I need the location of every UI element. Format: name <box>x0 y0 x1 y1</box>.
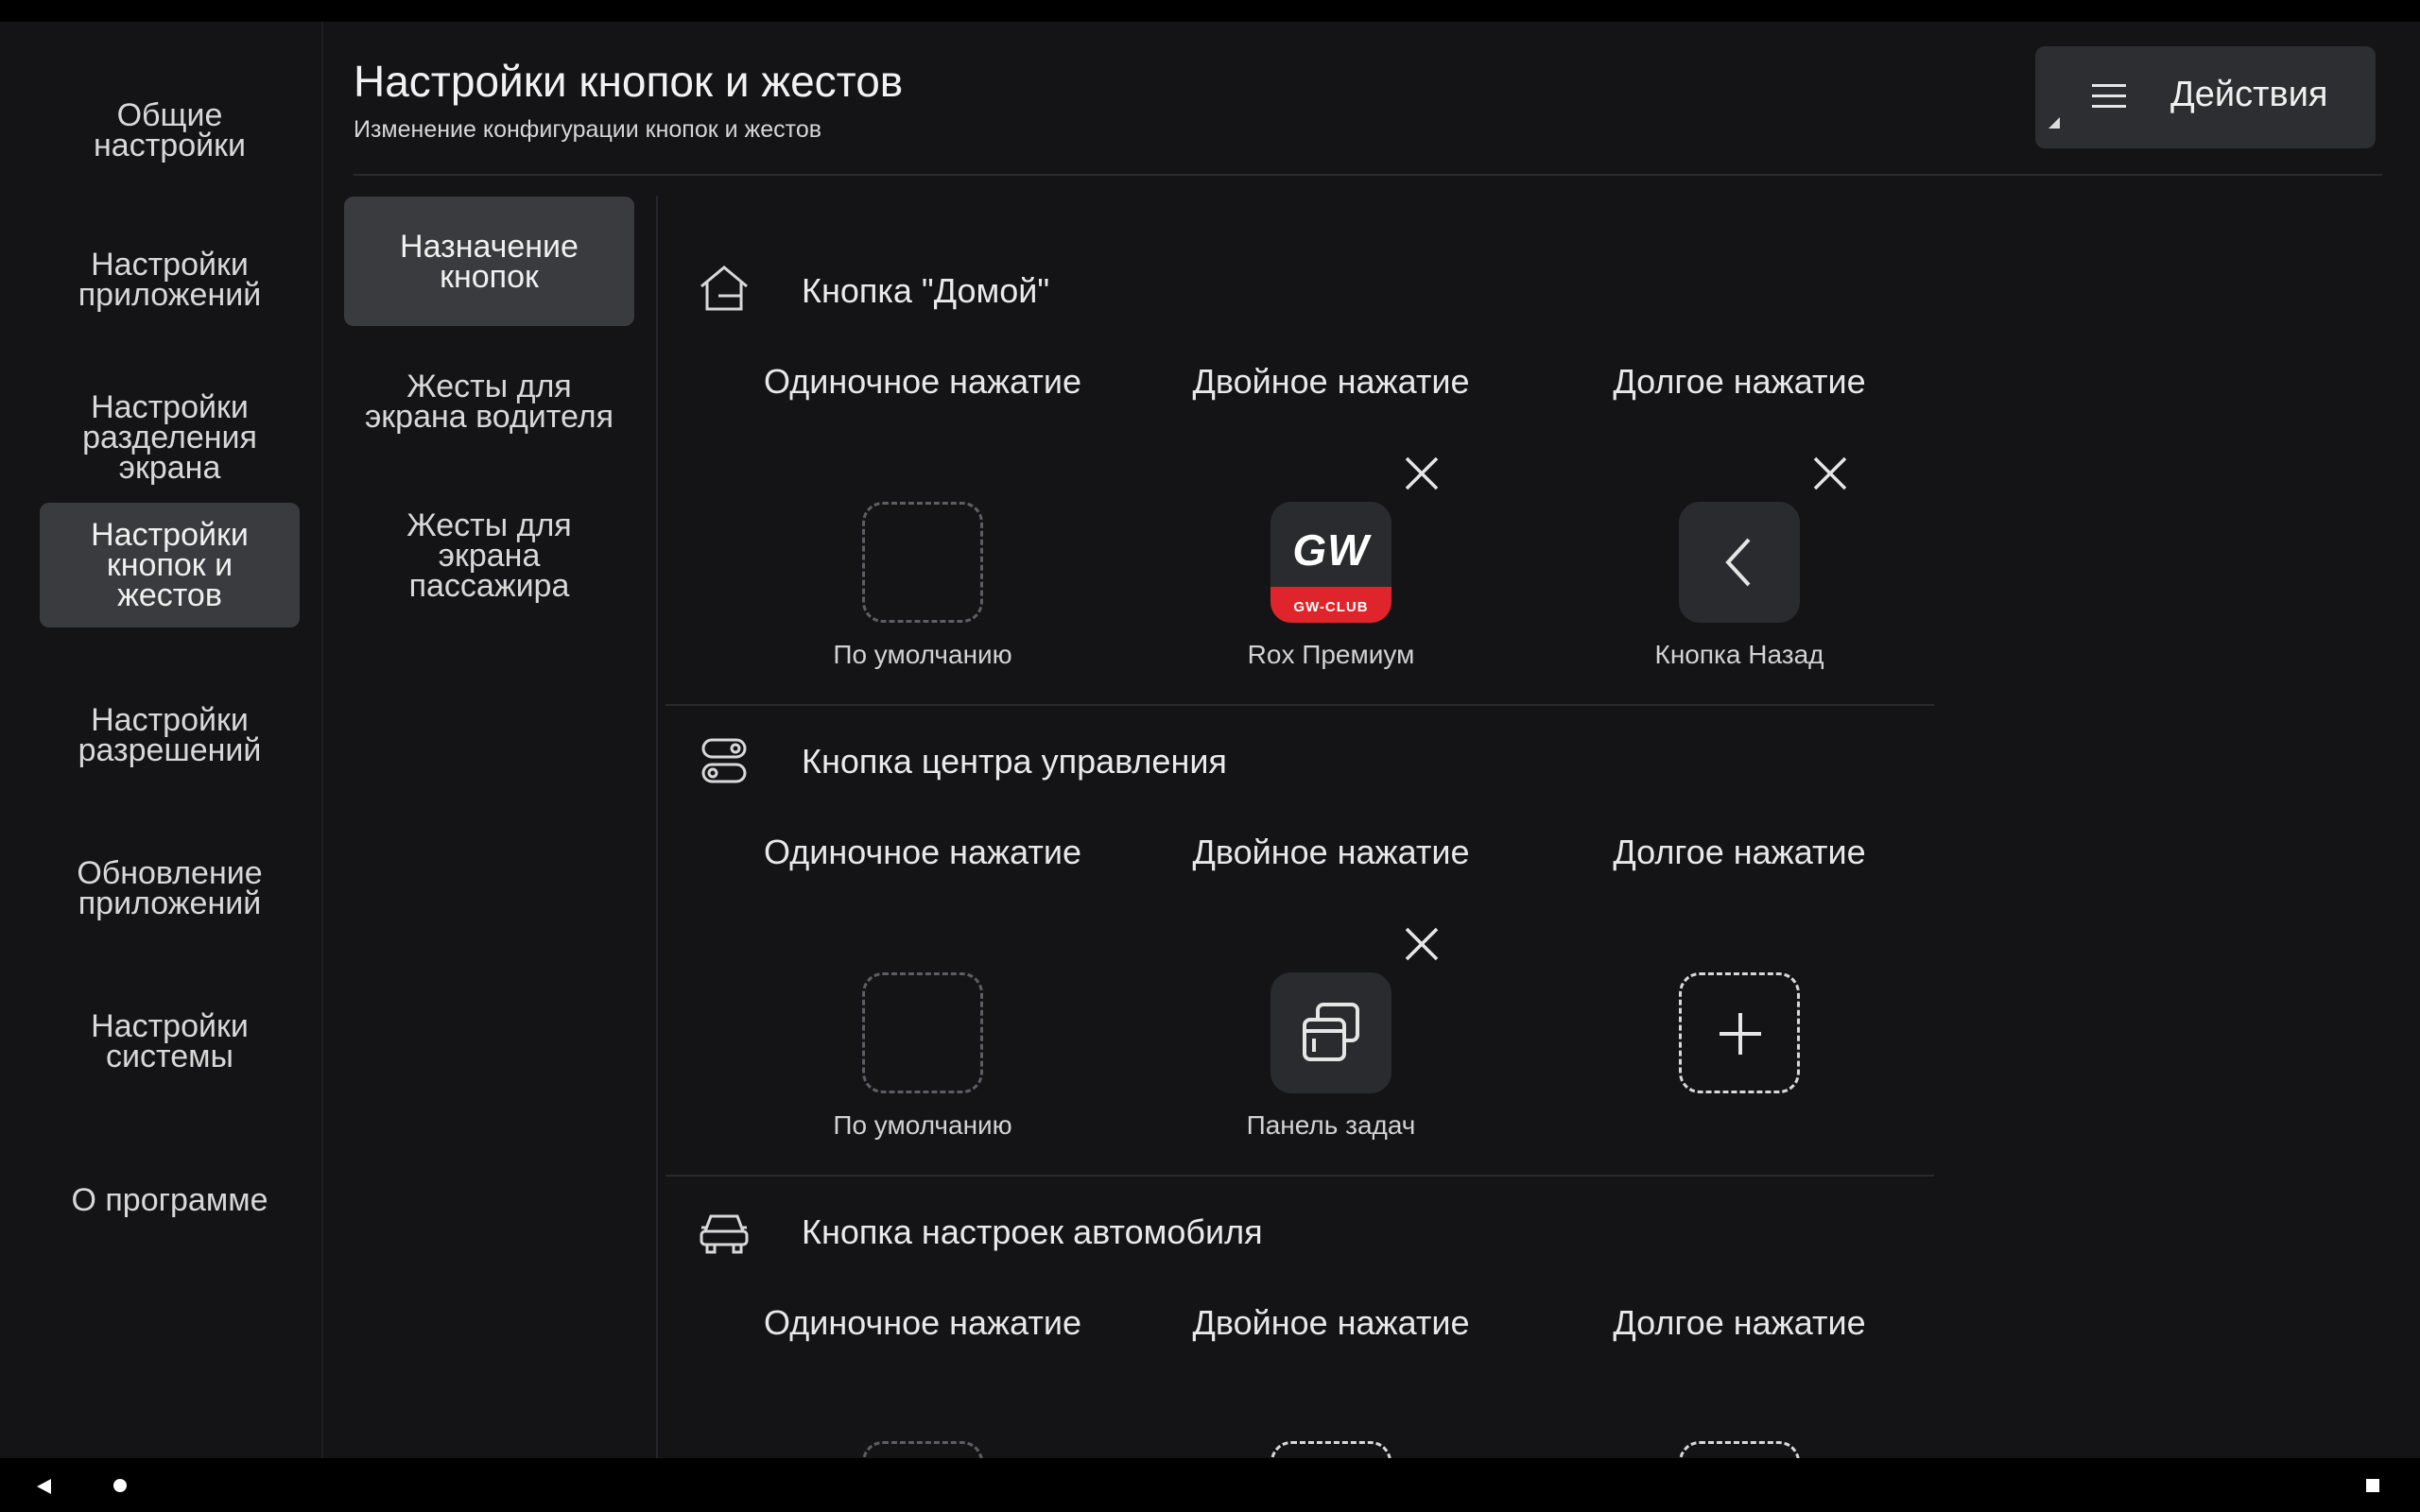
plus-icon <box>1720 1013 1761 1055</box>
slot-single-press[interactable] <box>862 972 983 1093</box>
car-icon <box>700 1214 749 1254</box>
home-nav-icon[interactable] <box>112 1477 129 1494</box>
section-divider <box>666 704 1934 706</box>
section-car-settings-button: Кнопка настроек автомобиля Одиночное наж… <box>666 1199 1934 1458</box>
nav-item-apps[interactable]: Настройки приложений <box>40 237 300 322</box>
subnav-button-assignment[interactable]: Назначение кнопок <box>344 197 634 326</box>
slot-value-single: По умолчанию <box>833 640 1012 669</box>
section-divider <box>666 1175 1934 1177</box>
nav-item-general[interactable]: Общие настройки <box>40 88 300 173</box>
actions-label: Действия <box>2170 75 2328 114</box>
close-icon[interactable] <box>1403 455 1441 492</box>
header-divider <box>354 174 2382 176</box>
page-subtitle: Изменение конфигурации кнопок и жестов <box>354 116 822 143</box>
column-label-long: Долгое нажатие <box>1613 833 1866 871</box>
main-navigation: Общие настройки Настройки приложений Нас… <box>0 22 323 1458</box>
section-title: Кнопка настроек автомобиля <box>802 1212 1263 1251</box>
section-home-button: Кнопка "Домой" Одиночное нажатие Двойное… <box>666 258 1934 721</box>
back-nav-icon[interactable] <box>34 1477 53 1496</box>
column-label-single: Одиночное нажатие <box>764 1303 1081 1342</box>
slot-double-press[interactable] <box>1270 972 1392 1093</box>
nav-item-buttons-gestures[interactable]: Настройки кнопок и жестов <box>40 503 300 627</box>
slot-value-double: Панель задач <box>1246 1110 1416 1140</box>
slot-value-long: Кнопка Назад <box>1654 640 1824 669</box>
subnav-driver-gestures[interactable]: Жесты для экрана водителя <box>344 354 634 449</box>
recents-nav-icon[interactable] <box>2365 1478 2380 1493</box>
slot-single-press[interactable] <box>862 502 983 623</box>
column-label-double: Двойное нажатие <box>1192 362 1470 401</box>
section-control-center-button: Кнопка центра управления Одиночное нажат… <box>666 729 1934 1192</box>
home-icon <box>700 266 748 311</box>
close-icon[interactable] <box>1811 455 1849 492</box>
column-label-double: Двойное нажатие <box>1192 1303 1470 1342</box>
gw-club-text: GW-CLUB <box>1293 599 1369 615</box>
column-label-long: Долгое нажатие <box>1613 1303 1866 1342</box>
slot-long-press-add[interactable] <box>1679 1441 1800 1458</box>
actions-button[interactable]: Действия <box>2035 46 2376 148</box>
slot-long-press-add[interactable] <box>1679 972 1800 1093</box>
column-label-single: Одиночное нажатие <box>764 833 1081 871</box>
section-title: Кнопка "Домой" <box>802 271 1050 310</box>
gw-logo-text: GW <box>1292 525 1370 575</box>
slot-long-press[interactable] <box>1679 502 1800 623</box>
column-label-single: Одиночное нажатие <box>764 362 1081 401</box>
close-icon[interactable] <box>1403 925 1441 963</box>
section-title: Кнопка центра управления <box>802 742 1227 781</box>
nav-item-system[interactable]: Настройки системы <box>40 999 300 1084</box>
subnav-passenger-gestures[interactable]: Жесты для экрана пассажира <box>344 494 634 617</box>
slot-double-press[interactable]: GW GW-CLUB <box>1270 502 1392 623</box>
taskbar-icon <box>1303 1003 1359 1061</box>
slot-value-single: По умолчанию <box>833 1110 1012 1140</box>
system-navigation-bar <box>0 1458 2420 1512</box>
column-label-double: Двойное нажатие <box>1192 833 1470 871</box>
nav-item-split-screen[interactable]: Настройки разделения экрана <box>40 371 300 504</box>
nav-item-permissions[interactable]: Настройки разрешений <box>40 693 300 778</box>
nav-item-app-updates[interactable]: Обновление приложений <box>40 846 300 931</box>
app-window: Общие настройки Настройки приложений Нас… <box>0 22 2420 1458</box>
slot-single-press[interactable] <box>862 1441 983 1458</box>
nav-item-about[interactable]: О программе <box>40 1158 300 1243</box>
chevron-left-icon <box>1725 538 1751 587</box>
corner-indicator <box>2048 117 2060 129</box>
menu-icon <box>2092 84 2126 108</box>
slot-value-double: Rox Премиум <box>1247 640 1415 669</box>
subnav-divider <box>656 196 658 1458</box>
slot-double-press-add[interactable] <box>1270 1441 1392 1458</box>
page-title: Настройки кнопок и жестов <box>354 57 904 106</box>
column-label-long: Долгое нажатие <box>1613 362 1866 401</box>
toggles-icon <box>701 738 747 783</box>
